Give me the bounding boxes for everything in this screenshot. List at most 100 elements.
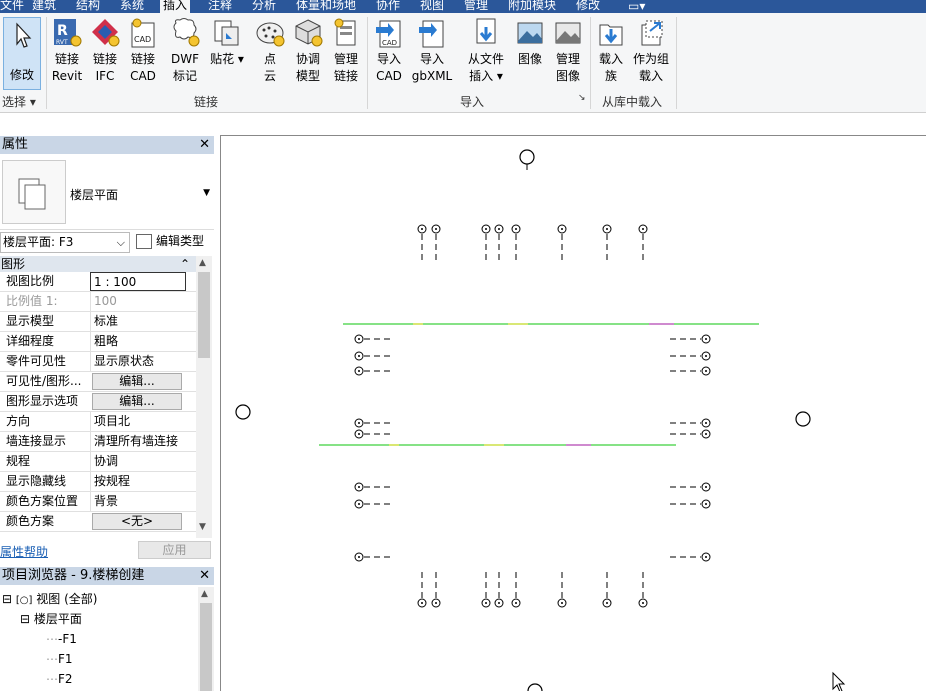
prop-value[interactable]: 标准 xyxy=(90,312,186,331)
manage-links-icon xyxy=(334,18,356,46)
menu-tab-manage[interactable]: 管理 xyxy=(464,0,488,13)
divider xyxy=(676,17,677,109)
prop-value[interactable]: 清理所有墙连接 xyxy=(90,432,186,451)
scroll-up-icon[interactable]: ▲ xyxy=(201,589,208,599)
import-dialog-launcher-icon[interactable]: ↘ xyxy=(578,93,586,103)
prop-key: 显示模型 xyxy=(6,314,55,328)
edit-type-button[interactable]: 编辑类型 xyxy=(136,232,204,253)
prop-row: 显示模型 标准 xyxy=(0,312,196,332)
ifc-link-icon xyxy=(92,19,120,47)
prop-value[interactable]: 协调 xyxy=(90,452,186,471)
close-icon[interactable]: ✕ xyxy=(199,136,210,154)
import-cad-button[interactable]: CAD 导入 CAD xyxy=(370,17,408,85)
apply-button[interactable]: 应用 xyxy=(138,541,211,559)
grid-bubble-left-dot xyxy=(358,338,360,340)
scroll-thumb[interactable] xyxy=(198,272,210,358)
instance-filter-select[interactable]: 楼层平面: F3 ⌵ xyxy=(0,232,130,253)
tree-node-plan[interactable]: ⋯F2 xyxy=(46,671,73,687)
properties-help-link[interactable]: 属性帮助 xyxy=(0,543,48,560)
grid-bubble-top-dot xyxy=(435,228,437,230)
menu-bar: 文件 建筑 结构 系统 插入 注释 分析 体量和场地 协作 视图 管理 附加模块… xyxy=(0,0,926,13)
modify-label: 修改 xyxy=(9,68,34,82)
project-browser-tree: ⊟ [○] 视图 (全部) ⊟ 楼层平面 ⋯-F1 ⋯F1 ⋯F2 ▲ xyxy=(0,587,214,691)
properties-scrollbar[interactable]: ▲ ▼ xyxy=(196,256,212,538)
grid-bubble-left-dot xyxy=(358,503,360,505)
image-button[interactable]: 图像 xyxy=(511,17,549,68)
collapse-icon[interactable]: ⊟ xyxy=(2,592,12,606)
svg-text:CAD: CAD xyxy=(134,35,151,44)
import-gbxml-button[interactable]: 导入 gbXML xyxy=(410,17,454,85)
image-icon xyxy=(517,22,543,44)
color-scheme-button[interactable]: <无> xyxy=(92,513,182,530)
grid-bubble-right-dot xyxy=(705,422,707,424)
contextual-dropdown-icon[interactable]: ▭▾ xyxy=(628,0,645,13)
type-selector[interactable]: 楼层平面 ▼ xyxy=(0,156,214,230)
manage-images-button[interactable]: 管理 图像 xyxy=(549,17,587,85)
scroll-thumb[interactable] xyxy=(200,603,212,691)
link-revit-button[interactable]: R RVT 链接 Revit xyxy=(48,17,86,85)
grid-bubble-left-dot xyxy=(358,556,360,558)
category-graphics[interactable]: 图形 ⌃ xyxy=(0,256,196,272)
floor-plan-drawing[interactable] xyxy=(221,136,926,691)
prop-row: 规程 协调 xyxy=(0,452,196,472)
close-icon[interactable]: ✕ xyxy=(199,567,210,585)
link-ifc-button[interactable]: 链接 IFC xyxy=(86,17,124,85)
menu-tab-modify[interactable]: 修改 xyxy=(576,0,600,13)
menu-tab-analyze[interactable]: 分析 xyxy=(252,0,276,13)
tree-node-plan[interactable]: ⋯-F1 xyxy=(46,631,77,647)
prop-value[interactable]: 显示原状态 xyxy=(90,352,186,371)
collapse-icon[interactable]: ⊟ xyxy=(20,612,30,626)
dwf-markup-button[interactable]: DWF 标记 xyxy=(166,17,204,85)
tree-node-views[interactable]: ⊟ [○] 视图 (全部) xyxy=(2,591,97,609)
modify-button[interactable]: 修改 xyxy=(3,17,41,90)
scroll-up-icon[interactable]: ▲ xyxy=(199,258,206,268)
collapse-icon[interactable]: ⌃ xyxy=(180,256,190,272)
menu-tab-architecture[interactable]: 建筑 xyxy=(32,0,56,13)
menu-tab-structure[interactable]: 结构 xyxy=(76,0,100,13)
properties-table: 图形 ⌃ 视图比例 1 : 100 比例值 1: 100 显示模型 标准 详细程度 粗略… xyxy=(0,256,214,538)
prop-value[interactable]: 背景 xyxy=(90,492,186,511)
views-icon: [○] xyxy=(15,595,33,606)
menu-tab-addins[interactable]: 附加模块 xyxy=(508,0,556,13)
grid-bubble-right-dot xyxy=(705,355,707,357)
manage-images-icon xyxy=(555,22,581,44)
menu-tab-view[interactable]: 视图 xyxy=(420,0,444,13)
decal-icon xyxy=(214,20,239,46)
prop-value[interactable]: 粗略 xyxy=(90,332,186,351)
import-group-label: 导入 xyxy=(460,95,485,109)
menu-tab-file[interactable]: 文件 xyxy=(0,0,24,13)
prop-value[interactable]: 按规程 xyxy=(90,472,186,491)
coordination-model-button[interactable]: 协调 模型 xyxy=(289,17,327,85)
edit-visibility-button[interactable]: 编辑... xyxy=(92,373,182,390)
tree-node-floor-plans[interactable]: ⊟ 楼层平面 xyxy=(20,611,82,627)
menu-tab-insert[interactable]: 插入 xyxy=(160,0,191,13)
manage-links-button[interactable]: 管理 链接 xyxy=(327,17,365,85)
menu-tab-annotate[interactable]: 注释 xyxy=(208,0,232,13)
point-cloud-button[interactable]: 点 云 xyxy=(251,17,289,85)
menu-tab-systems[interactable]: 系统 xyxy=(120,0,144,13)
scroll-down-icon[interactable]: ▼ xyxy=(199,522,206,532)
tree-scrollbar[interactable]: ▲ xyxy=(198,587,214,691)
drawing-canvas[interactable] xyxy=(220,135,926,691)
point-cloud-icon xyxy=(256,22,285,47)
prop-value[interactable]: 项目北 xyxy=(90,412,186,431)
edit-graphic-display-button[interactable]: 编辑... xyxy=(92,393,182,410)
load-family-button[interactable]: 载入 族 xyxy=(592,17,630,85)
load-family-icon xyxy=(599,24,623,46)
manage-links-l2: 链接 xyxy=(333,69,358,83)
insert-from-file-button[interactable]: 从文件 插入 ▾ xyxy=(464,17,508,85)
load-as-group-button[interactable]: 作为组 载入 xyxy=(630,17,672,85)
dropdown-arrow-icon[interactable]: ▼ xyxy=(203,188,210,198)
grid-bubble-top-dot xyxy=(515,228,517,230)
coordination-model-l2: 模型 xyxy=(295,69,320,83)
select-group-label[interactable]: 选择 ▾ xyxy=(2,93,36,110)
tree-node-plan[interactable]: ⋯F1 xyxy=(46,651,73,667)
link-cad-button[interactable]: CAD 链接 CAD xyxy=(124,17,162,85)
menu-tab-massing[interactable]: 体量和场地 xyxy=(296,0,356,13)
menu-tab-collaborate[interactable]: 协作 xyxy=(376,0,400,13)
view-scale-input[interactable]: 1 : 100 xyxy=(90,272,186,291)
decal-button[interactable]: 贴花 ▾ xyxy=(208,17,246,68)
manage-links-l1: 管理 xyxy=(333,52,358,66)
tree-label: F2 xyxy=(58,672,73,686)
elevation-marker-icon xyxy=(519,149,535,165)
